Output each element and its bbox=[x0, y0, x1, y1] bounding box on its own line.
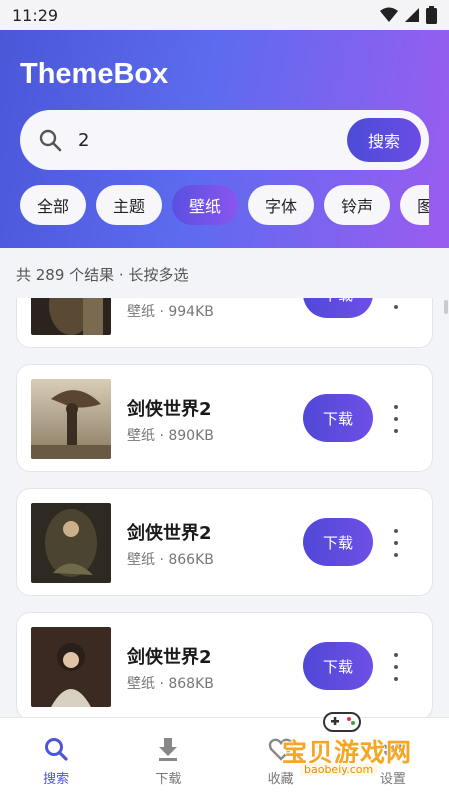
more-icon[interactable] bbox=[389, 405, 403, 433]
chip-all[interactable]: 全部 bbox=[20, 185, 87, 225]
item-title: 剑侠世界2 bbox=[127, 523, 212, 544]
result-summary: 共 289 个结果 · 长按多选 bbox=[16, 266, 189, 284]
battery-icon bbox=[426, 6, 437, 24]
download-button[interactable]: 下载 bbox=[303, 394, 373, 442]
item-title: 剑侠世界2 bbox=[127, 647, 212, 668]
chip-ringtone[interactable]: 铃声 bbox=[324, 185, 391, 225]
nav-download[interactable]: 下载 bbox=[112, 718, 224, 798]
search-icon bbox=[39, 129, 62, 152]
status-bar: 11:29 bbox=[0, 0, 449, 30]
category-chips: 全部 主题 壁纸 字体 铃声图 bbox=[20, 185, 429, 227]
signal-icon bbox=[405, 8, 419, 22]
search-bar[interactable]: 2 搜索 bbox=[20, 110, 429, 170]
result-list[interactable]: 壁纸 · 994KB 下载 剑侠世界2 壁纸 · 890KB 下载 bbox=[0, 298, 449, 717]
chip-icon[interactable]: 图 bbox=[400, 185, 429, 225]
more-icon[interactable] bbox=[389, 529, 403, 557]
download-button[interactable]: 下载 bbox=[303, 518, 373, 566]
nav-label: 设置 bbox=[379, 772, 406, 787]
nav-label: 搜索 bbox=[43, 772, 70, 787]
item-meta: 壁纸 · 890KB bbox=[127, 428, 214, 444]
list-item[interactable]: 剑侠世界2 壁纸 · 868KB 下载 bbox=[16, 612, 433, 717]
scrollbar[interactable] bbox=[444, 300, 448, 314]
chip-theme[interactable]: 主题 bbox=[96, 185, 163, 225]
search-icon bbox=[45, 738, 68, 761]
nav-label: 收藏 bbox=[267, 772, 294, 787]
wallpaper-thumbnail[interactable] bbox=[31, 298, 111, 335]
nav-search[interactable]: 搜索 bbox=[0, 718, 112, 798]
bottom-nav: 搜索 下载 收藏 设置 bbox=[0, 717, 449, 798]
wifi-icon bbox=[380, 7, 398, 22]
app-title: ThemeBox bbox=[20, 58, 169, 90]
chip-wallpaper[interactable]: 壁纸 bbox=[172, 185, 239, 225]
search-button[interactable]: 搜索 bbox=[347, 118, 421, 162]
download-button[interactable]: 下载 bbox=[303, 298, 373, 318]
nav-favorites[interactable]: 收藏 bbox=[225, 718, 337, 798]
status-icons bbox=[380, 6, 437, 24]
more-icon[interactable] bbox=[389, 298, 403, 309]
status-time: 11:29 bbox=[12, 5, 59, 25]
item-meta: 壁纸 · 866KB bbox=[127, 552, 214, 568]
list-item[interactable]: 剑侠世界2 壁纸 · 890KB 下载 bbox=[16, 364, 433, 472]
item-title: 剑侠世界2 bbox=[127, 399, 212, 420]
list-item[interactable]: 剑侠世界2 壁纸 · 866KB 下载 bbox=[16, 488, 433, 596]
nav-settings[interactable]: 设置 bbox=[337, 718, 449, 798]
more-icon[interactable] bbox=[389, 653, 403, 681]
chip-font[interactable]: 字体 bbox=[248, 185, 315, 225]
nav-label: 下载 bbox=[155, 772, 182, 787]
wallpaper-thumbnail[interactable] bbox=[31, 503, 111, 583]
settings-icon bbox=[383, 739, 403, 759]
item-meta: 壁纸 · 994KB bbox=[127, 304, 214, 320]
list-item[interactable]: 壁纸 · 994KB 下载 bbox=[16, 298, 433, 348]
download-button[interactable]: 下载 bbox=[303, 642, 373, 690]
header: ThemeBox 2 搜索 全部 主题 壁纸 字体 铃声图 bbox=[0, 30, 449, 248]
heart-icon bbox=[268, 738, 293, 761]
wallpaper-thumbnail[interactable] bbox=[31, 627, 111, 707]
wallpaper-thumbnail[interactable] bbox=[31, 379, 111, 459]
download-icon bbox=[159, 738, 178, 761]
item-meta: 壁纸 · 868KB bbox=[127, 676, 214, 692]
